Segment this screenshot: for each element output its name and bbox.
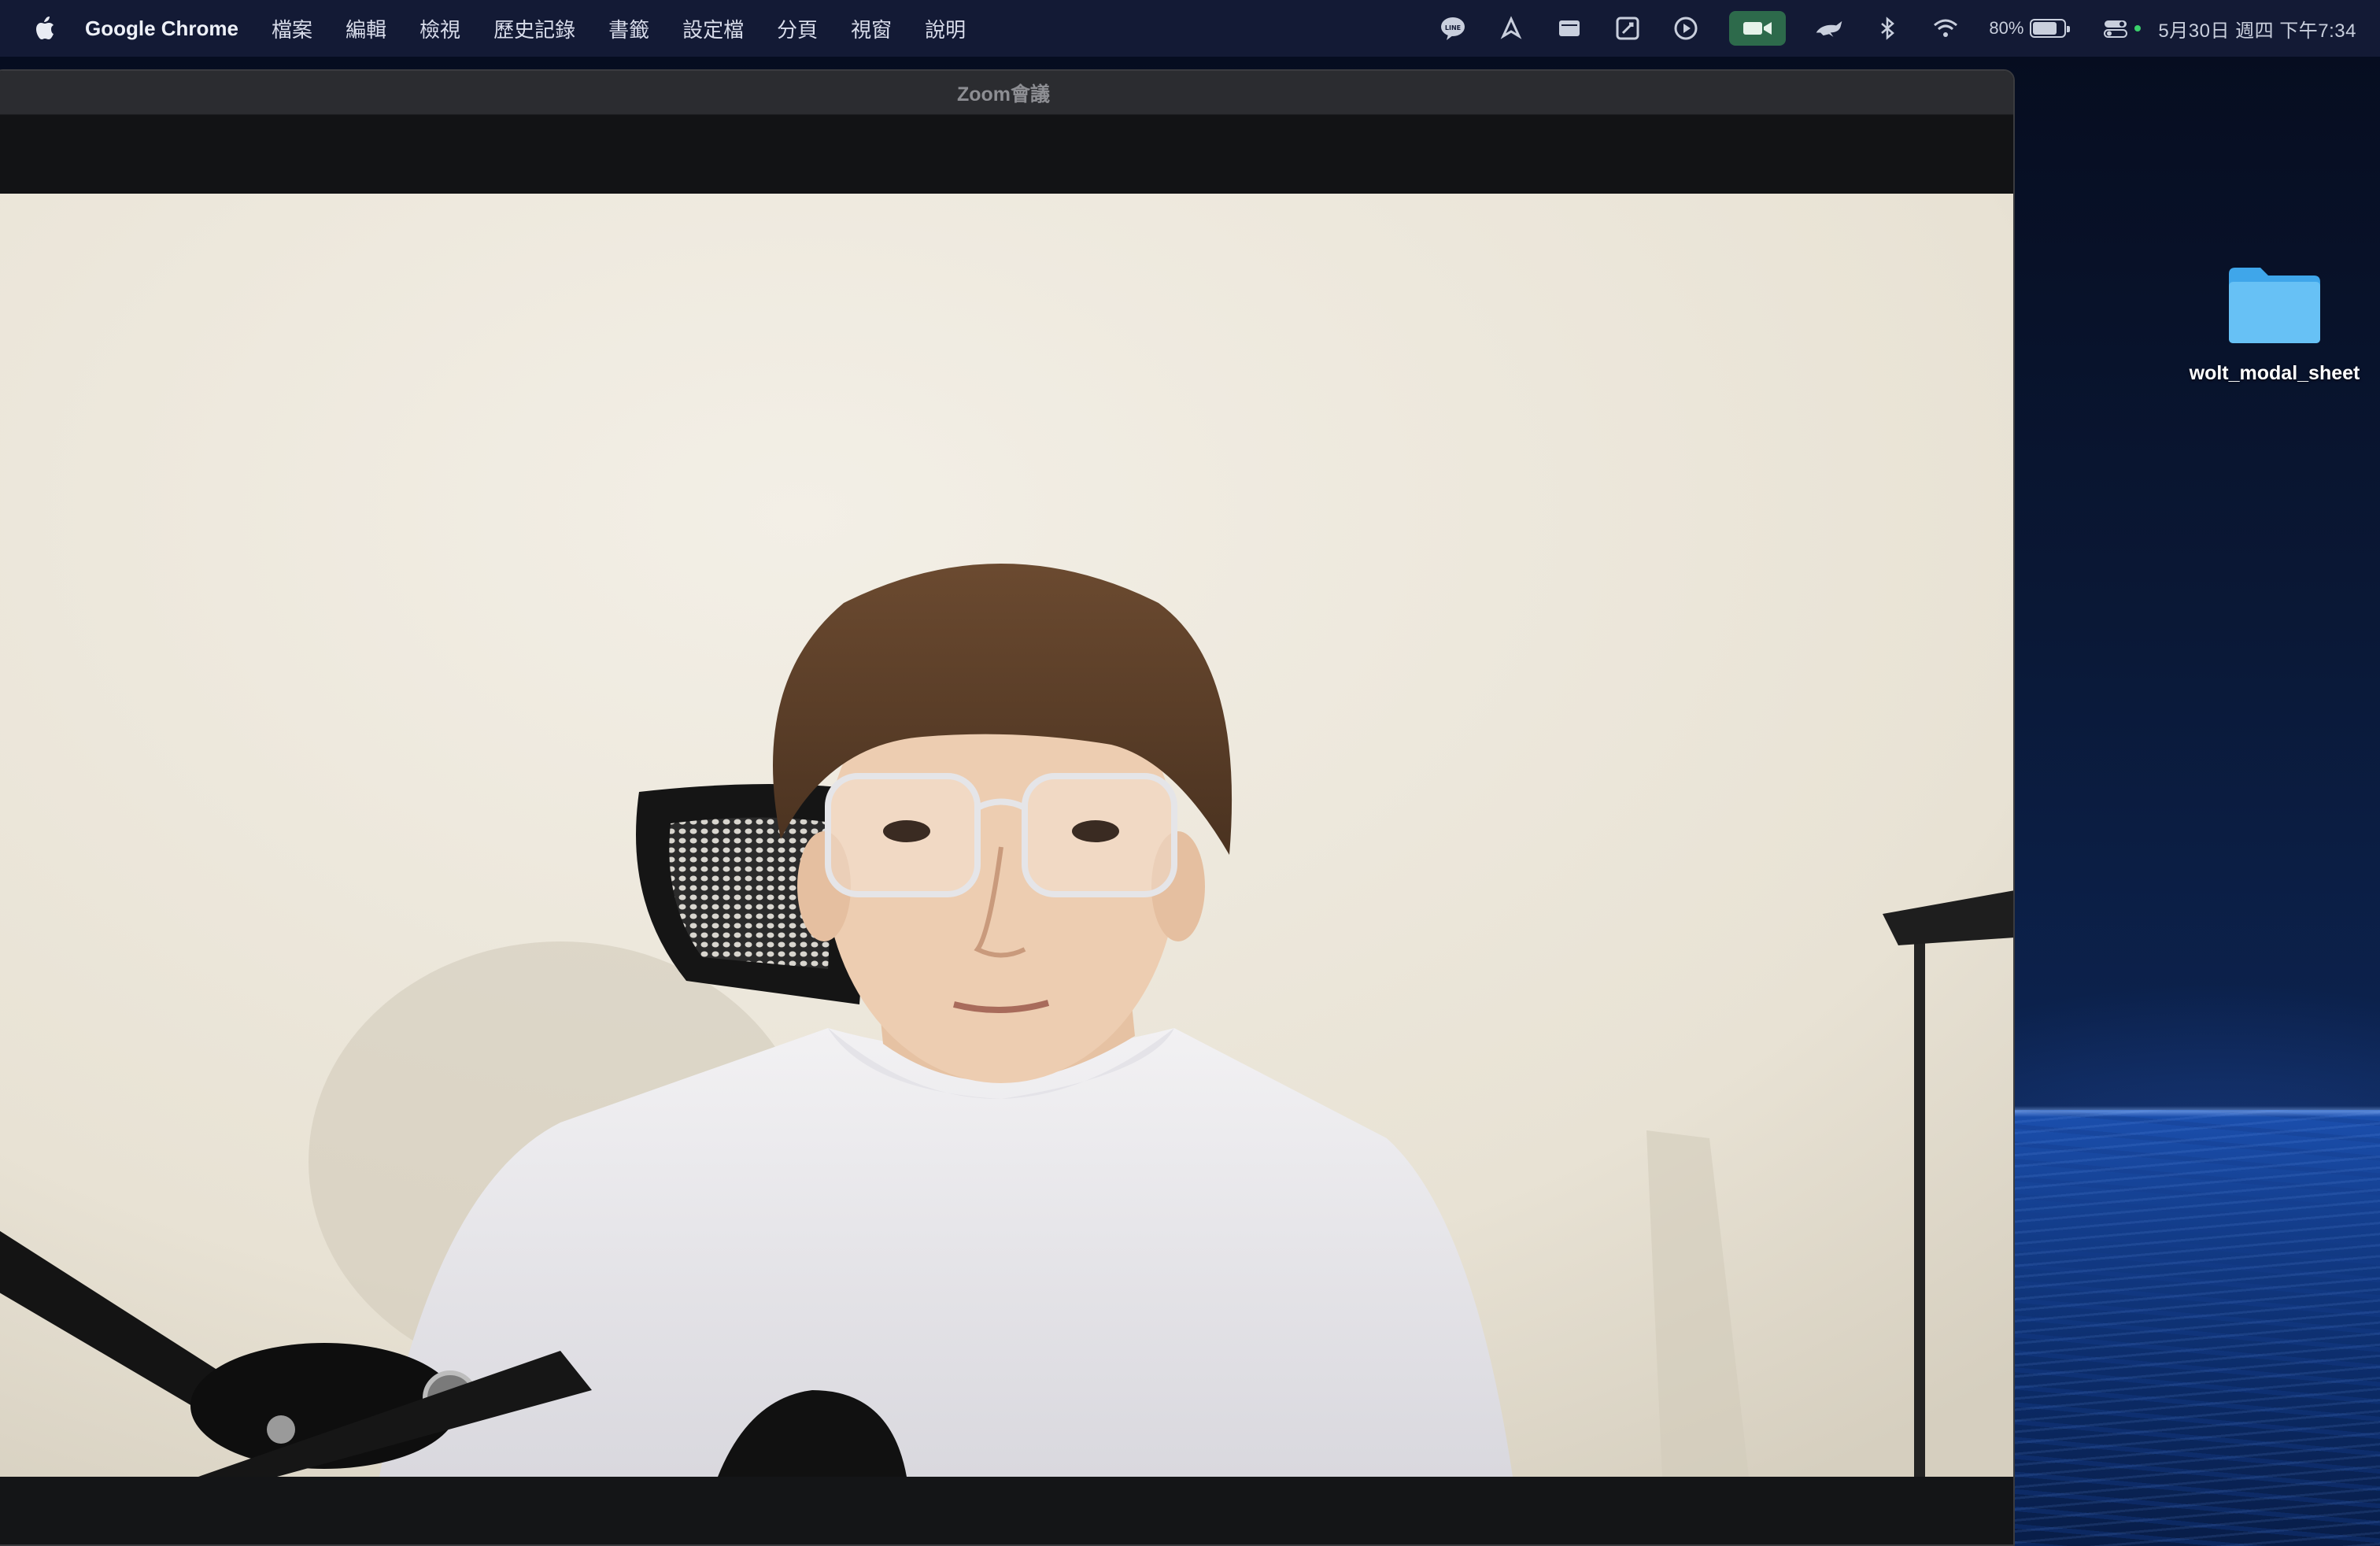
- control-center-icon[interactable]: [2100, 13, 2131, 44]
- menu-window[interactable]: 視窗: [851, 14, 892, 43]
- wifi-icon[interactable]: [1930, 13, 1961, 44]
- menubar-clock[interactable]: 5月30日 週四 下午7:34: [2158, 15, 2356, 43]
- participant-video[interactable]: [0, 194, 2013, 1477]
- menu-view[interactable]: 檢視: [419, 14, 460, 43]
- menu-file[interactable]: 檔案: [272, 14, 312, 43]
- status-area: LINE 80% 5月30日 週四 下午7:34: [1424, 0, 2356, 57]
- play-icon[interactable]: [1670, 13, 1702, 44]
- desktop-folder[interactable]: wolt_modal_sheet: [2180, 260, 2369, 385]
- menu-profiles[interactable]: 設定檔: [682, 14, 744, 43]
- menu-edit[interactable]: 編輯: [346, 14, 386, 43]
- menu-bar: Google Chrome 檔案 編輯 檢視 歷史記錄 書籤 設定檔 分頁 視窗…: [0, 0, 2380, 57]
- video-scene-drawing: [0, 194, 2013, 1477]
- menu-bookmarks[interactable]: 書籤: [608, 14, 649, 43]
- line-icon[interactable]: LINE: [1437, 13, 1469, 44]
- menu-help[interactable]: 說明: [925, 14, 966, 43]
- display-icon[interactable]: [1554, 13, 1585, 44]
- wallpaper-ocean: [2015, 1110, 2380, 1546]
- apple-menu-icon[interactable]: [30, 13, 61, 44]
- zoom-top-toolbar: [0, 115, 2013, 192]
- svg-text:LINE: LINE: [1445, 24, 1461, 31]
- battery-icon[interactable]: [2030, 19, 2071, 38]
- menu-history[interactable]: 歷史記錄: [493, 14, 575, 43]
- runcat-icon[interactable]: [1813, 13, 1845, 44]
- folder-icon: [2229, 268, 2320, 343]
- privacy-indicator-dot: [2134, 25, 2142, 31]
- zoom-video-icon[interactable]: [1729, 11, 1787, 46]
- menu-app-name[interactable]: Google Chrome: [85, 17, 238, 41]
- zoom-titlebar[interactable]: Zoom會議: [0, 71, 2013, 115]
- pen-icon[interactable]: [1495, 13, 1527, 44]
- folder-label: wolt_modal_sheet: [2189, 362, 2360, 384]
- screenshot-icon[interactable]: [1612, 13, 1643, 44]
- bluetooth-icon[interactable]: [1872, 13, 1903, 44]
- window-title: Zoom會議: [956, 83, 1051, 105]
- zoom-bottom-bar: [0, 1477, 2013, 1544]
- zoom-window: Zoom會議: [0, 69, 2015, 1546]
- menu-tab[interactable]: 分頁: [777, 14, 818, 43]
- wallpaper-horizon: [2015, 1106, 2380, 1117]
- battery-percent: 80%: [1989, 18, 2024, 38]
